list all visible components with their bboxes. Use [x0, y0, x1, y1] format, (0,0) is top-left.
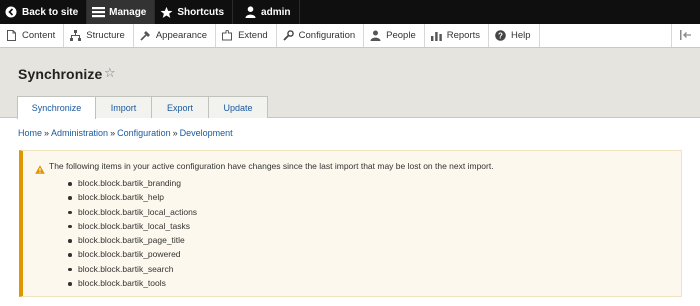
primary-tabs: Synchronize Import Export Update — [17, 96, 268, 119]
menu-item-appearance[interactable]: Appearance — [134, 24, 217, 47]
changed-config-list: block.block.bartik_branding block.block.… — [68, 176, 197, 290]
shortcuts-button[interactable]: Shortcuts — [155, 0, 232, 24]
menu-item-content[interactable]: Content — [0, 24, 65, 47]
tab-synchronize[interactable]: Synchronize — [17, 96, 96, 119]
structure-icon — [70, 30, 82, 41]
menu-item-reports[interactable]: Reports — [425, 24, 490, 47]
svg-text:?: ? — [498, 31, 503, 40]
warning-text: The following items in your active confi… — [49, 161, 494, 171]
admin-toolbar: Back to site Manage Shortcuts admin — [0, 0, 700, 24]
breadcrumb-administration-link[interactable]: Administration — [51, 128, 108, 138]
manage-label: Manage — [109, 6, 147, 18]
list-item: block.block.bartik_local_tasks — [68, 219, 197, 233]
extend-icon — [222, 30, 233, 41]
menu-item-configuration[interactable]: Configuration — [277, 24, 365, 47]
reports-icon — [430, 30, 442, 41]
menu-item-structure[interactable]: Structure — [64, 24, 134, 47]
menu-item-label: Reports — [446, 30, 481, 41]
menu-item-label: Extend — [238, 30, 268, 41]
tab-export[interactable]: Export — [151, 96, 209, 118]
user-button[interactable]: admin — [233, 0, 298, 24]
help-icon: ? — [495, 30, 506, 41]
back-to-site-button[interactable]: Back to site — [0, 0, 86, 24]
appearance-icon — [140, 30, 151, 41]
content-icon — [6, 30, 17, 41]
breadcrumb: Home» Administration» Configuration» Develo… — [18, 128, 233, 138]
orientation-toggle-icon — [680, 27, 692, 45]
admin-menu-tray: Content Structure Appearance Extend Conf… — [0, 24, 700, 48]
toolbar-divider — [298, 0, 300, 24]
breadcrumb-separator: » — [110, 128, 116, 138]
manage-button[interactable]: Manage — [87, 0, 155, 24]
back-to-site-label: Back to site — [22, 6, 79, 18]
menu-item-label: Content — [22, 30, 56, 41]
tab-import[interactable]: Import — [95, 96, 152, 118]
breadcrumb-separator: » — [172, 128, 178, 138]
add-shortcut-star-icon[interactable]: ☆ — [104, 65, 116, 81]
list-item: block.block.bartik_branding — [68, 176, 197, 190]
menu-item-label: Structure — [86, 30, 125, 41]
list-item: block.block.bartik_search — [68, 262, 197, 276]
menu-item-help[interactable]: ? Help — [489, 24, 540, 47]
warning-icon — [35, 161, 45, 179]
back-arrow-icon — [4, 5, 18, 19]
shortcuts-label: Shortcuts — [177, 6, 225, 18]
user-label: admin — [261, 6, 291, 18]
menu-item-label: Help — [511, 30, 531, 41]
wrench-icon — [283, 30, 294, 41]
list-item: block.block.bartik_tools — [68, 276, 197, 290]
list-item: block.block.bartik_local_actions — [68, 205, 197, 219]
tray-orientation-toggle[interactable] — [671, 24, 700, 47]
list-item: block.block.bartik_powered — [68, 247, 197, 261]
tab-update[interactable]: Update — [208, 96, 268, 118]
breadcrumb-separator: » — [44, 128, 50, 138]
page-title: Synchronize — [18, 66, 103, 82]
menu-item-label: Configuration — [298, 30, 356, 41]
menu-item-extend[interactable]: Extend — [216, 24, 277, 47]
menu-item-label: Appearance — [155, 30, 208, 41]
people-icon — [370, 30, 381, 41]
breadcrumb-development-link[interactable]: Development — [180, 128, 233, 138]
list-item: block.block.bartik_page_title — [68, 233, 197, 247]
user-icon — [243, 5, 257, 19]
warning-message: The following items in your active confi… — [19, 150, 682, 297]
menu-icon — [91, 5, 105, 19]
breadcrumb-configuration-link[interactable]: Configuration — [117, 128, 171, 138]
menu-item-people[interactable]: People — [364, 24, 425, 47]
star-icon — [159, 5, 173, 19]
breadcrumb-home-link[interactable]: Home — [18, 128, 42, 138]
list-item: block.block.bartik_help — [68, 190, 197, 204]
menu-item-label: People — [386, 30, 416, 41]
